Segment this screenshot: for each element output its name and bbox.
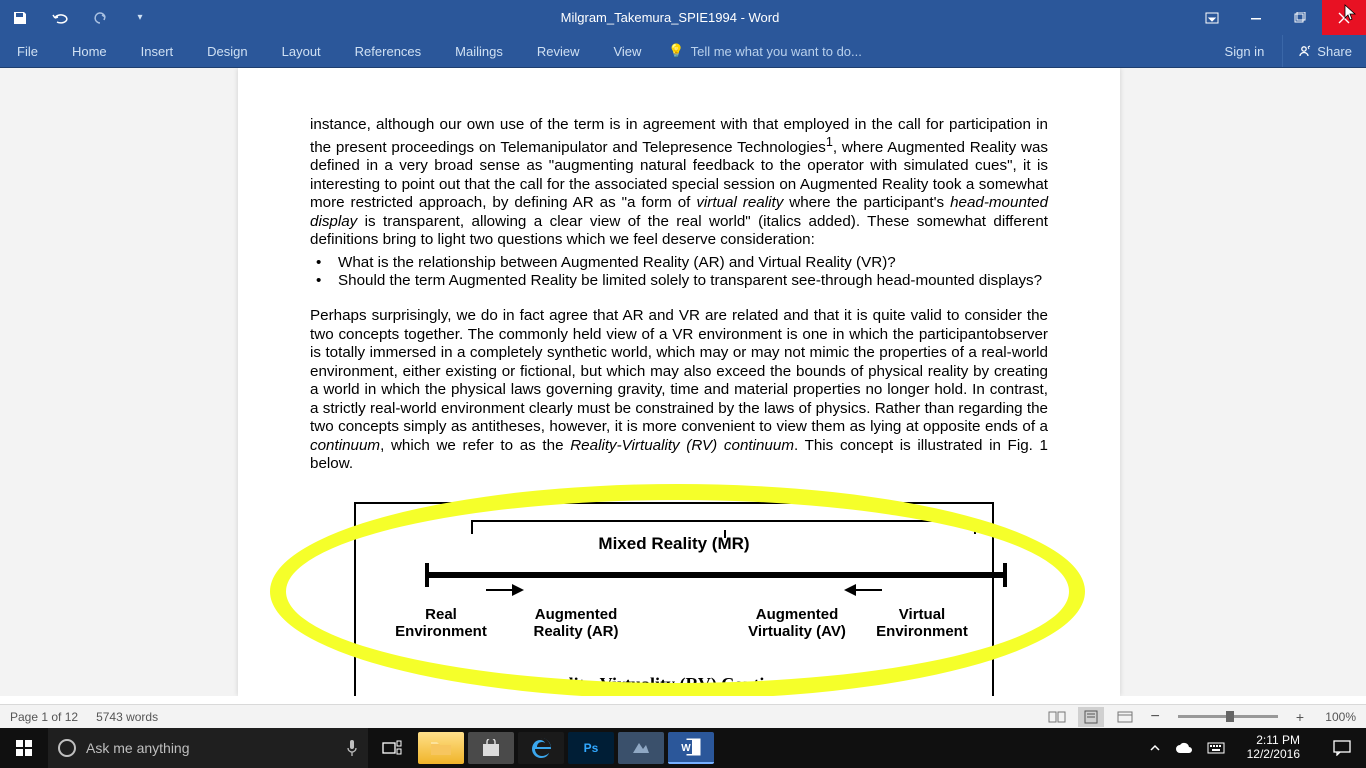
taskbar: Ask me anything Ps W — [0, 728, 1366, 768]
tab-file[interactable]: File — [0, 35, 55, 67]
tab-insert[interactable]: Insert — [124, 35, 191, 67]
text-run-italic: continuum — [310, 437, 380, 454]
word-count[interactable]: 5743 words — [96, 710, 158, 724]
onedrive-icon[interactable] — [1175, 742, 1193, 754]
arrow-left-icon — [846, 589, 882, 591]
footnote-ref: 1 — [826, 135, 833, 149]
undo-button[interactable] — [50, 8, 70, 28]
tab-references[interactable]: References — [338, 35, 438, 67]
generic-app[interactable] — [618, 732, 664, 764]
cortana-search[interactable]: Ask me anything — [48, 728, 368, 768]
window-title: Milgram_Takemura_SPIE1994 - Word — [150, 0, 1190, 35]
time-label: 2:11 PM — [1247, 734, 1300, 748]
label-augmented-reality: AugmentedReality (AR) — [516, 606, 636, 641]
bullet-text: What is the relationship between Augment… — [338, 254, 1048, 273]
text-run: , which we refer to as the — [380, 437, 570, 454]
continuum-axis — [426, 572, 1006, 578]
text-run-italic: Reality-Virtuality (RV) continuum — [570, 437, 794, 454]
paragraph-1: instance, although our own use of the te… — [310, 116, 1048, 250]
brace-icon — [471, 520, 976, 534]
text-run: Perhaps surprisingly, we do in fact agre… — [310, 307, 1048, 435]
maximize-button[interactable] — [1278, 0, 1322, 35]
figure-frame: Mixed Reality (MR) RealEnvironment Augme… — [354, 502, 994, 696]
zoom-out-button[interactable]: − — [1146, 708, 1163, 726]
tab-review[interactable]: Review — [520, 35, 597, 67]
figure-title: Mixed Reality (MR) — [356, 534, 992, 554]
edge-app[interactable] — [518, 732, 564, 764]
qat-customize[interactable]: ▾ — [130, 8, 150, 28]
save-button[interactable] — [10, 8, 30, 28]
bullet-item: • Should the term Augmented Reality be l… — [310, 272, 1048, 291]
text-run: is transparent, allowing a clear view of… — [310, 213, 1048, 249]
minimize-button[interactable] — [1234, 0, 1278, 35]
document-page: instance, although our own use of the te… — [238, 68, 1120, 696]
tell-me-placeholder: Tell me what you want to do... — [691, 44, 862, 59]
tab-home[interactable]: Home — [55, 35, 124, 67]
label-real-environment: RealEnvironment — [386, 606, 496, 641]
word-app[interactable]: W — [668, 732, 714, 764]
read-mode-button[interactable] — [1044, 707, 1070, 727]
file-explorer-app[interactable] — [418, 732, 464, 764]
page-indicator[interactable]: Page 1 of 12 — [10, 710, 78, 724]
window-controls — [1190, 0, 1366, 35]
web-layout-button[interactable] — [1112, 707, 1138, 727]
text-run-italic: virtual reality — [696, 194, 783, 211]
tab-view[interactable]: View — [596, 35, 658, 67]
cortana-icon — [58, 739, 76, 757]
quick-access-toolbar: ▾ — [0, 0, 150, 35]
keyboard-icon[interactable] — [1207, 742, 1225, 754]
bullet-item: • What is the relationship between Augme… — [310, 254, 1048, 273]
tab-mailings[interactable]: Mailings — [438, 35, 520, 67]
label-virtual-environment: VirtualEnvironment — [867, 606, 977, 641]
ribbon-display-options[interactable] — [1190, 0, 1234, 35]
zoom-slider[interactable] — [1178, 715, 1278, 718]
bullet-list: • What is the relationship between Augme… — [310, 254, 1048, 291]
label-augmented-virtuality: AugmentedVirtuality (AV) — [732, 606, 862, 641]
axis-tick-left — [425, 563, 429, 587]
text-run: where the participant's — [783, 194, 950, 211]
document-area[interactable]: instance, although our own use of the te… — [0, 68, 1366, 696]
clock[interactable]: 2:11 PM 12/2/2016 — [1239, 734, 1308, 762]
share-icon — [1297, 44, 1311, 58]
tab-layout[interactable]: Layout — [265, 35, 338, 67]
system-tray: 2:11 PM 12/2/2016 — [1149, 728, 1366, 768]
date-label: 12/2/2016 — [1247, 748, 1300, 762]
titlebar: ▾ Milgram_Takemura_SPIE1994 - Word — [0, 0, 1366, 35]
tell-me-search[interactable]: 💡 Tell me what you want to do... — [658, 35, 861, 67]
signin-button[interactable]: Sign in — [1207, 35, 1283, 67]
redo-button[interactable] — [90, 8, 110, 28]
tray-chevron-icon[interactable] — [1149, 742, 1161, 754]
figure-1: Mixed Reality (MR) RealEnvironment Augme… — [310, 492, 1048, 696]
bullet-marker: • — [310, 254, 338, 271]
microphone-icon[interactable] — [346, 739, 358, 757]
share-label: Share — [1317, 44, 1352, 59]
zoom-level[interactable]: 100% — [1316, 710, 1356, 724]
photoshop-app[interactable]: Ps — [568, 732, 614, 764]
task-view-button[interactable] — [368, 728, 416, 768]
svg-text:W: W — [681, 743, 691, 754]
share-button[interactable]: Share — [1282, 35, 1366, 67]
action-center-button[interactable] — [1322, 728, 1362, 768]
print-layout-button[interactable] — [1078, 707, 1104, 727]
tab-design[interactable]: Design — [190, 35, 264, 67]
zoom-in-button[interactable]: + — [1292, 709, 1308, 725]
arrow-right-icon — [486, 589, 522, 591]
close-button[interactable] — [1322, 0, 1366, 35]
store-app[interactable] — [468, 732, 514, 764]
paragraph-2: Perhaps surprisingly, we do in fact agre… — [310, 307, 1048, 474]
axis-tick-right — [1003, 563, 1007, 587]
ribbon-tabs: File Home Insert Design Layout Reference… — [0, 35, 1366, 68]
bullet-marker: • — [310, 272, 338, 289]
cortana-placeholder: Ask me anything — [86, 740, 190, 756]
status-bar: Page 1 of 12 5743 words − + 100% — [0, 704, 1366, 728]
figure-caption: Reality-Virtuality (RV) Continuum — [356, 674, 992, 695]
lightbulb-icon: 💡 — [668, 43, 684, 59]
start-button[interactable] — [0, 728, 48, 768]
bullet-text: Should the term Augmented Reality be lim… — [338, 272, 1048, 291]
